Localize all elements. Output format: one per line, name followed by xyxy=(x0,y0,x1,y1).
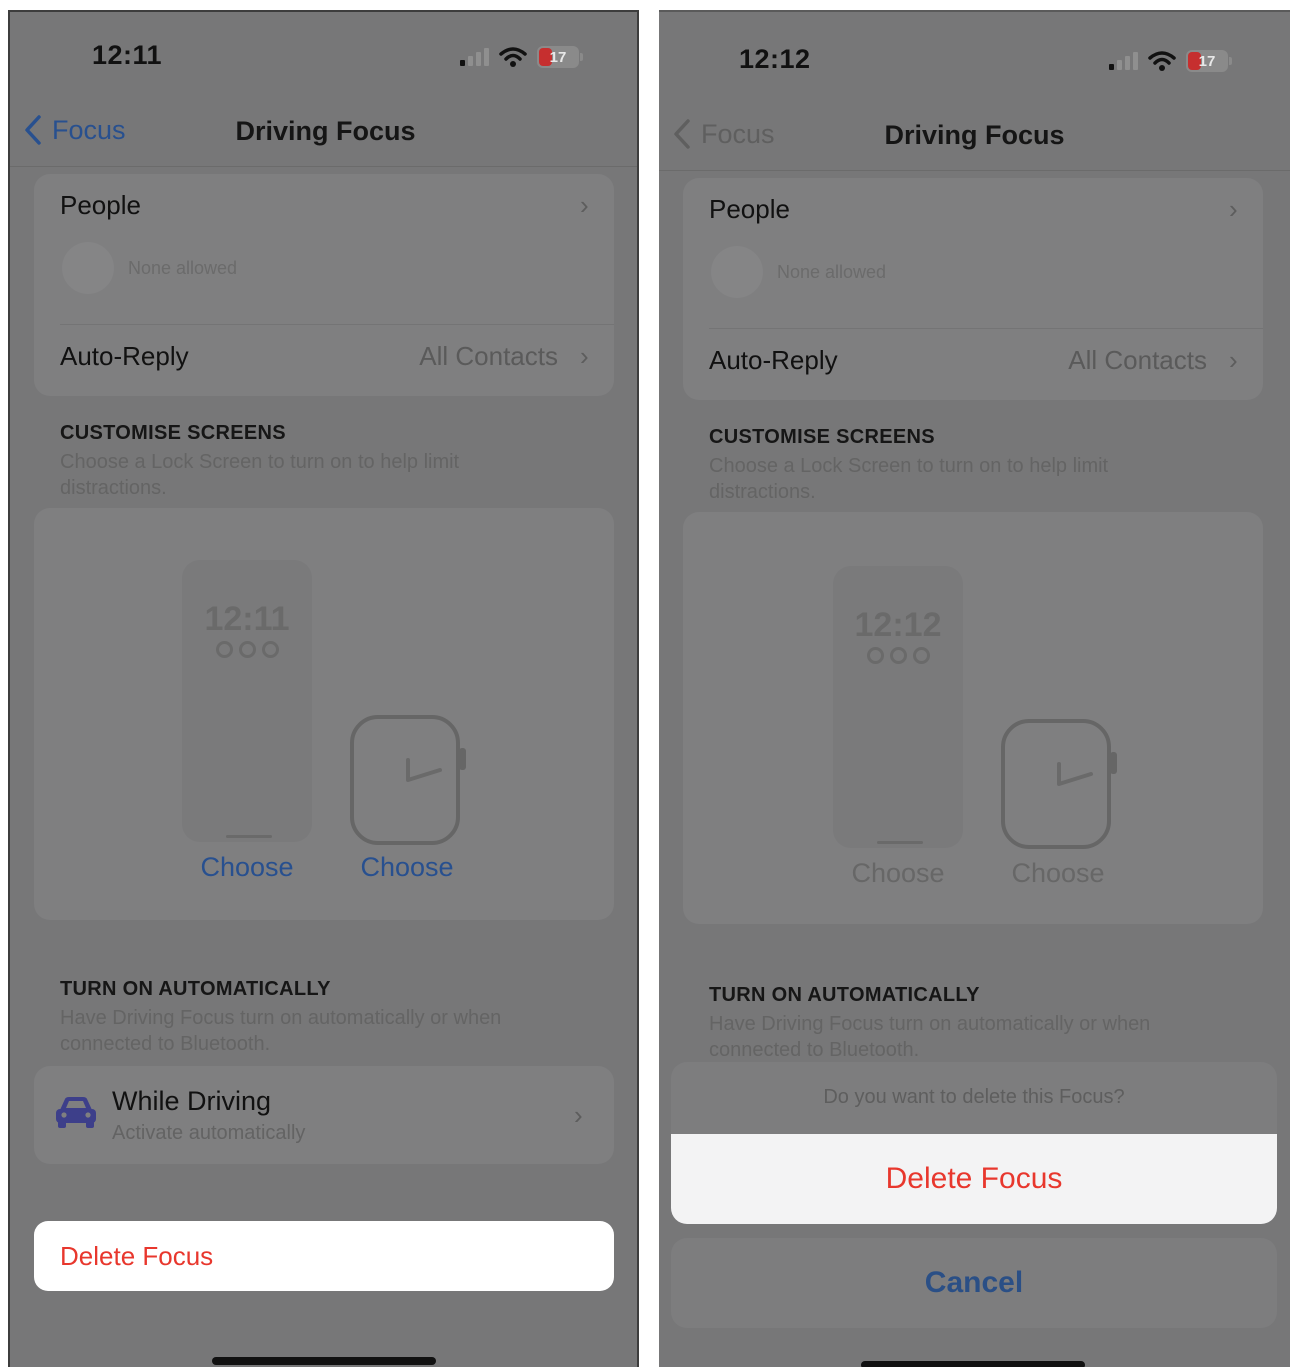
cancel-button[interactable]: Cancel xyxy=(671,1238,1277,1328)
page-title: Driving Focus xyxy=(235,116,416,146)
chevron-right-icon: › xyxy=(1229,345,1238,375)
car-icon xyxy=(56,1097,96,1128)
lock-preview-time: 12:12 xyxy=(854,606,942,644)
people-row[interactable]: People › None allowed xyxy=(683,178,1263,328)
home-bar-preview xyxy=(226,835,272,838)
choose-watch-face-button[interactable]: Choose xyxy=(993,858,1123,889)
people-row[interactable]: People › None allowed xyxy=(34,174,614,324)
auto-reply-value: All Contacts xyxy=(419,341,558,371)
customise-heading: CUSTOMISE SCREENS xyxy=(60,422,286,444)
left-phone-screen: 12:11 17 Focus Driving Focus People › No… xyxy=(8,10,639,1367)
action-sheet-message-text: Do you want to delete this Focus? xyxy=(823,1086,1125,1108)
auto-description: Have Driving Focus turn on automatically… xyxy=(709,1011,1150,1063)
auto-desc-line: connected to Bluetooth. xyxy=(709,1039,920,1061)
choose-watch-face-button[interactable]: Choose xyxy=(342,852,472,883)
watch-face-icon[interactable] xyxy=(348,714,472,846)
people-subtitle: None allowed xyxy=(128,258,238,278)
status-icons: 17 xyxy=(1109,50,1232,72)
chevron-right-icon: › xyxy=(580,190,589,220)
auto-heading: TURN ON AUTOMATICALLY xyxy=(60,978,331,1000)
battery-icon: 17 xyxy=(1186,50,1232,72)
chevron-right-icon: › xyxy=(574,1100,583,1130)
status-time: 12:12 xyxy=(739,44,811,74)
while-driving-title: While Driving xyxy=(112,1086,272,1116)
customise-desc-line: Choose a Lock Screen to turn on to help … xyxy=(709,455,1109,477)
while-driving-subtitle: Activate automatically xyxy=(112,1122,306,1144)
header-divider xyxy=(10,166,637,167)
battery-icon: 17 xyxy=(537,46,583,68)
delete-focus-button[interactable]: Delete Focus xyxy=(34,1221,614,1291)
customise-heading: CUSTOMISE SCREENS xyxy=(709,426,935,448)
watch-face-icon[interactable] xyxy=(999,718,1123,850)
chevron-right-icon: › xyxy=(580,341,589,371)
header-divider xyxy=(659,170,1290,171)
status-time: 12:11 xyxy=(92,40,163,70)
customise-description: Choose a Lock Screen to turn on to help … xyxy=(709,453,1108,505)
choose-lock-screen-button[interactable]: Choose xyxy=(833,858,963,889)
people-label: People xyxy=(60,190,141,220)
right-phone-screen: 12:12 17 Focus Driving Focus People › No… xyxy=(659,10,1290,1367)
avatar xyxy=(711,246,763,298)
auto-description: Have Driving Focus turn on automatically… xyxy=(60,1005,501,1057)
customise-description: Choose a Lock Screen to turn on to help … xyxy=(60,449,459,501)
action-sheet-message: Do you want to delete this Focus? xyxy=(671,1062,1277,1134)
home-indicator[interactable] xyxy=(212,1357,436,1365)
customise-card xyxy=(34,508,614,920)
avatar xyxy=(62,242,114,294)
customise-card xyxy=(683,512,1263,924)
auto-desc-line: connected to Bluetooth. xyxy=(60,1033,271,1055)
people-label: People xyxy=(709,194,790,224)
confirm-delete-focus-button[interactable]: Delete Focus xyxy=(671,1134,1277,1224)
lock-screen-preview[interactable]: 12:11 xyxy=(182,560,312,842)
lock-preview-time: 12:11 xyxy=(204,600,290,638)
wifi-icon xyxy=(499,47,527,67)
auto-reply-label: Auto-Reply xyxy=(60,341,189,371)
auto-reply-value: All Contacts xyxy=(1068,345,1207,375)
auto-desc-line: Have Driving Focus turn on automatically… xyxy=(60,1007,502,1029)
chevron-right-icon: › xyxy=(1229,194,1238,224)
lock-screen-preview[interactable]: 12:12 xyxy=(833,566,963,848)
signal-icon xyxy=(1109,52,1138,70)
customise-desc-line: distractions. xyxy=(709,481,816,503)
cancel-label: Cancel xyxy=(924,1266,1024,1299)
status-icons: 17 xyxy=(460,46,583,68)
auto-reply-row[interactable]: Auto-Reply All Contacts › xyxy=(34,325,614,395)
auto-heading: TURN ON AUTOMATICALLY xyxy=(709,984,980,1006)
battery-level: 17 xyxy=(1198,52,1216,70)
home-indicator[interactable] xyxy=(861,1361,1085,1367)
lock-widget-dots xyxy=(182,641,312,658)
choose-lock-screen-button[interactable]: Choose xyxy=(182,852,312,883)
confirm-delete-label: Delete Focus xyxy=(885,1162,1063,1195)
auto-reply-label: Auto-Reply xyxy=(709,345,838,375)
customise-desc-line: distractions. xyxy=(60,477,167,499)
customise-desc-line: Choose a Lock Screen to turn on to help … xyxy=(60,451,460,473)
delete-focus-label: Delete Focus xyxy=(60,1240,214,1271)
page-title: Driving Focus xyxy=(884,120,1065,150)
auto-desc-line: Have Driving Focus turn on automatically… xyxy=(709,1013,1151,1035)
battery-level: 17 xyxy=(549,48,567,66)
auto-reply-row[interactable]: Auto-Reply All Contacts › xyxy=(683,329,1263,399)
home-bar-preview xyxy=(877,841,923,844)
lock-widget-dots xyxy=(833,647,963,664)
people-subtitle: None allowed xyxy=(777,262,887,282)
while-driving-row[interactable]: While Driving Activate automatically › xyxy=(34,1066,614,1164)
wifi-icon xyxy=(1148,51,1176,71)
signal-icon xyxy=(460,48,489,66)
